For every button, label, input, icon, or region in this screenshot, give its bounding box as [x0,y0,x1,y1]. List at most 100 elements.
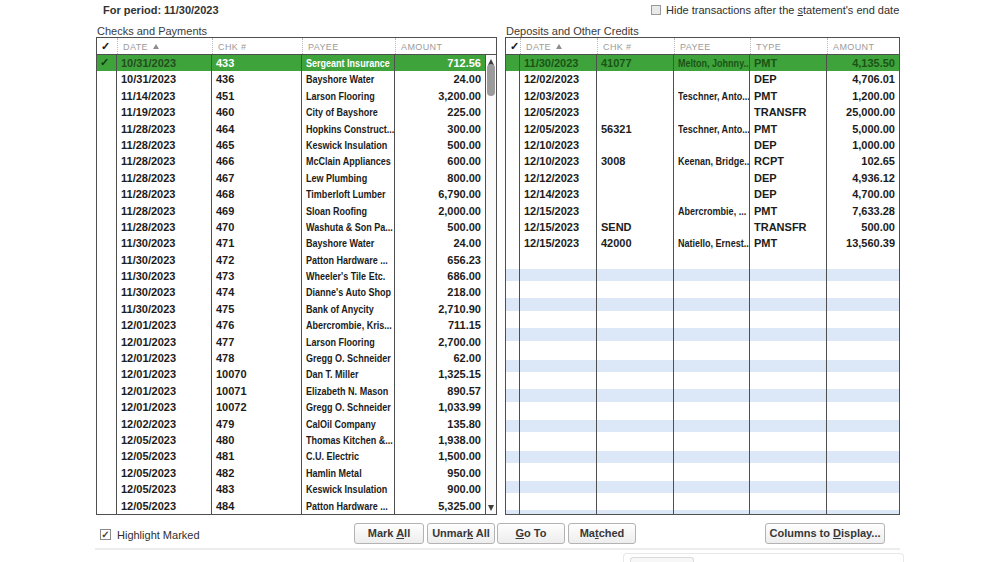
column-header-date[interactable]: DATE [520,38,597,54]
table-row[interactable]: 12/01/2023476Abercrombie, Kris...711.15 [97,317,496,333]
table-row[interactable]: 12/14/2023DEP4,700.00 [506,186,899,202]
table-row[interactable]: 11/30/2023471Bayshore Water24.00 [97,235,496,251]
columns-to-display-button[interactable]: Columns to Display... [765,523,885,544]
table-row[interactable]: 11/28/2023466McClain Appliances600.00 [97,153,496,169]
unmark-all-button[interactable]: Unmark All [427,523,495,544]
table-row[interactable]: 11/28/2023465Keswick Insulation500.00 [97,137,496,153]
cell-check [97,284,117,300]
table-row[interactable]: 12/01/202310071Elizabeth N. Mason890.57 [97,383,496,399]
table-row[interactable]: 11/28/2023469Sloan Roofing2,000.00 [97,203,496,219]
table-row[interactable]: 12/02/2023479CalOil Company135.80 [97,416,496,432]
cell-chk [597,358,674,373]
table-row[interactable]: 11/19/2023460City of Bayshore225.00 [97,104,496,120]
table-row[interactable]: 11/30/2023475Bank of Anycity2,710.90 [97,301,496,317]
go-to-button[interactable]: Go To [497,523,565,544]
empty-row[interactable] [506,297,899,312]
cell-date: 10/31/2023 [117,55,212,71]
empty-row[interactable] [506,312,899,327]
scroll-down-icon[interactable] [486,501,496,514]
table-row[interactable]: 12/01/202310072Gregg O. Schneider1,033.9… [97,399,496,415]
table-row[interactable]: 11/30/2023472Patton Hardware ...656.23 [97,252,496,268]
cell-amount [827,403,899,418]
empty-row[interactable] [506,373,899,388]
column-header-payee[interactable]: PAYEE [674,38,750,54]
cell-type [750,297,827,312]
empty-row[interactable] [506,267,899,282]
column-header-type[interactable]: TYPE [750,38,827,54]
cell-check [506,153,520,169]
checks-table-scrollbar[interactable] [485,55,496,514]
table-row[interactable]: 12/01/2023477Larson Flooring2,700.00 [97,334,496,350]
empty-row[interactable] [506,252,899,267]
mark-all-button[interactable]: Mark All [354,523,424,544]
column-header-chk[interactable]: CHK # [212,38,302,54]
cell-amount: 950.00 [395,465,485,481]
empty-row[interactable] [506,327,899,342]
table-row[interactable]: 12/10/20233008Keenan, Bridge...RCPT102.6… [506,153,899,169]
table-row[interactable]: 12/12/2023DEP4,936.12 [506,170,899,186]
table-row[interactable]: 11/28/2023464Hopkins Construct...300.00 [97,121,496,137]
empty-row[interactable] [506,282,899,297]
empty-row[interactable] [506,418,899,433]
cell-chk [597,71,674,87]
table-row[interactable]: 12/15/2023SENDTRANSFR500.00 [506,219,899,235]
table-row[interactable]: 11/30/202341077Melton, Johnny...PMT4,135… [506,55,899,71]
table-row[interactable]: 12/05/2023483Keswick Insulation900.00 [97,481,496,497]
table-row[interactable]: ✓10/31/2023433Sergeant Insurance712.56 [97,55,496,71]
table-row[interactable]: 12/02/2023DEP4,706.01 [506,71,899,87]
cell-amount: 62.00 [395,350,485,366]
cell-amount: 1,938.00 [395,432,485,448]
cell-payee [674,343,750,358]
cell-chk [597,343,674,358]
table-row[interactable]: 12/05/2023480Thomas Kitchen &...1,938.00 [97,432,496,448]
empty-row[interactable] [506,403,899,418]
table-row[interactable]: 12/15/202342000Natiello, Ernest...PMT13,… [506,235,899,251]
column-header-chk[interactable]: CHK # [597,38,674,54]
cell-check [506,464,520,479]
table-row[interactable]: 11/28/2023468Timberloft Lumber6,790.00 [97,186,496,202]
table-row[interactable]: 12/05/202356321Teschner, Anto...PMT5,000… [506,121,899,137]
empty-row[interactable] [506,509,899,514]
deposits-table: ✓DATECHK #PAYEETYPEAMOUNT11/30/202341077… [505,37,900,515]
table-row[interactable]: 10/31/2023436Bayshore Water24.00 [97,71,496,87]
column-header-date[interactable]: DATE [117,38,212,54]
column-header-amount[interactable]: AMOUNT [827,38,899,54]
hide-transactions-checkbox[interactable] [651,5,661,15]
cell-check [506,312,520,327]
empty-row[interactable] [506,479,899,494]
table-row[interactable]: 12/05/2023481C.U. Electric1,500.00 [97,448,496,464]
empty-row[interactable] [506,494,899,509]
table-row[interactable]: 12/05/2023484Patton Hardware ...5,325.00 [97,498,496,514]
table-row[interactable]: 12/05/2023TRANSFR25,000.00 [506,104,899,120]
scrollbar-thumb[interactable] [487,64,495,96]
table-row[interactable]: 11/28/2023470Washuta & Son Pa...500.00 [97,219,496,235]
cell-type: PMT [750,235,827,251]
checks-table: ✓DATECHK #PAYEEAMOUNT✓10/31/2023433Serge… [96,37,497,515]
column-header-amount[interactable]: AMOUNT [395,38,485,54]
column-header-payee[interactable]: PAYEE [302,38,395,54]
table-row[interactable]: 12/01/202310070Dan T. Miller1,325.15 [97,366,496,382]
empty-row[interactable] [506,358,899,373]
table-row[interactable]: 11/28/2023467Lew Plumbing800.00 [97,170,496,186]
cell-date: 12/10/2023 [520,137,597,153]
cell-chk [597,464,674,479]
table-row[interactable]: 11/14/2023451Larson Flooring3,200.00 [97,88,496,104]
table-row[interactable]: 12/01/2023478Gregg O. Schneider62.00 [97,350,496,366]
cell-chk: 474 [212,284,302,300]
empty-row[interactable] [506,464,899,479]
empty-row[interactable] [506,433,899,448]
highlight-marked-checkbox[interactable]: ✓ [100,529,111,540]
footer-divider [95,548,900,550]
empty-row[interactable] [506,388,899,403]
matched-button[interactable]: Matched [568,523,636,544]
table-row[interactable]: 12/03/2023Teschner, Anto...PMT1,200.00 [506,88,899,104]
table-row[interactable]: 12/15/2023Abercrombie, ...PMT7,633.28 [506,203,899,219]
table-row[interactable]: 11/30/2023474Dianne's Auto Shop218.00 [97,284,496,300]
cell-payee: Abercrombie, ... [674,203,750,219]
empty-row[interactable] [506,449,899,464]
table-row[interactable]: 12/05/2023482Hamlin Metal950.00 [97,465,496,481]
table-row[interactable]: 11/30/2023473Wheeler's Tile Etc.686.00 [97,268,496,284]
cell-type [750,267,827,282]
empty-row[interactable] [506,343,899,358]
table-row[interactable]: 12/10/2023DEP1,000.00 [506,137,899,153]
